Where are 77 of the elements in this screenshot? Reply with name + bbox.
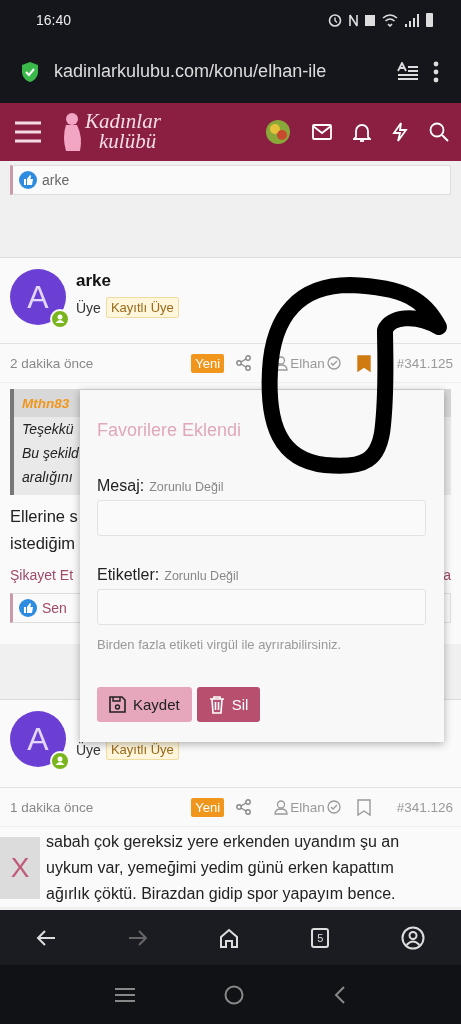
trash-icon xyxy=(208,695,225,714)
author-name[interactable]: arke xyxy=(76,271,179,291)
online-status-icon xyxy=(50,751,70,771)
user-icon xyxy=(274,799,289,815)
post-text: sabah çok gereksiz yere erkenden uyandım şu an xyxy=(46,832,400,852)
input-field[interactable] xyxy=(97,500,426,536)
field-label: Etiketler: xyxy=(97,566,160,584)
bookmark-icon[interactable] xyxy=(356,354,371,372)
user-role: Üye xyxy=(76,741,101,758)
reader-mode-icon[interactable] xyxy=(397,61,419,82)
new-badge: Yeni xyxy=(191,797,225,817)
account-icon[interactable] xyxy=(401,925,426,950)
shield-check-icon xyxy=(20,60,40,83)
menu-icon[interactable] xyxy=(15,121,41,143)
lady-figure-icon xyxy=(61,111,83,153)
battery-icon xyxy=(426,13,433,27)
mail-icon[interactable] xyxy=(312,124,332,140)
quote-text: aralığını xyxy=(21,468,73,487)
back-chevron-icon[interactable] xyxy=(334,984,347,1005)
wifi-icon xyxy=(382,13,398,27)
mentioned-user-link[interactable]: Elhan xyxy=(274,355,341,371)
post-number-link[interactable]: #341.126 xyxy=(396,799,453,815)
bell-icon[interactable] xyxy=(353,122,371,142)
verified-check-icon xyxy=(326,800,341,814)
post-text: istediğim xyxy=(10,533,76,554)
clock-time: 16:40 xyxy=(36,12,72,28)
post-text: uykum var, yemeğimi yedim günü erken kapattım xyxy=(46,858,394,878)
lightning-icon[interactable] xyxy=(392,122,408,142)
field-hint: Zorunlu Değil xyxy=(164,569,239,583)
user-role: Üye xyxy=(76,299,101,316)
share-icon[interactable] xyxy=(236,355,253,371)
site-logo[interactable]: Kadınlar kulübü xyxy=(61,111,161,153)
save-button[interactable]: Kaydet xyxy=(97,687,192,722)
field-label: Mesaj: xyxy=(97,477,145,495)
input-field[interactable] xyxy=(97,589,426,625)
avatar-icon[interactable] xyxy=(265,119,291,145)
nfc-icon xyxy=(349,13,358,27)
logo-text: Kadınlar xyxy=(85,112,161,132)
reply-link[interactable]: a xyxy=(443,567,451,583)
recent-apps-icon[interactable] xyxy=(114,986,135,1003)
help-text: Birden fazla etiketi virgül ile ayrırabilirsiniz. xyxy=(97,637,343,652)
more-menu-icon[interactable] xyxy=(433,60,439,83)
search-icon[interactable] xyxy=(429,122,449,142)
verified-check-icon xyxy=(326,356,341,370)
reaction-user-link[interactable]: arke xyxy=(42,172,70,188)
thumbs-up-icon xyxy=(19,599,37,617)
mentioned-user-link[interactable]: Elhan xyxy=(274,799,341,815)
home-icon[interactable] xyxy=(219,927,240,948)
reaction-user-link[interactable]: Sen xyxy=(42,600,67,616)
bookmark-icon[interactable] xyxy=(356,798,371,816)
alarm-icon xyxy=(328,13,342,27)
home-circle-icon[interactable] xyxy=(224,984,245,1005)
post-time[interactable]: 1 dakika önce xyxy=(10,799,94,815)
post-text: Ellerine s xyxy=(10,506,78,527)
thumbs-up-icon xyxy=(19,171,37,189)
signal-icon xyxy=(405,13,419,27)
user-avatar[interactable]: A xyxy=(10,711,66,767)
popup-title: Favorilere Eklendi xyxy=(97,420,243,441)
tab-count-button[interactable]: 5 xyxy=(311,927,330,948)
post-text: ağırlık çöktü. Birazdan gidip spor yapayım bence. xyxy=(46,884,396,904)
user-title-badge: Kayıtlı Üye xyxy=(105,297,179,318)
quote-text: Teşekkü xyxy=(21,420,74,439)
share-icon[interactable] xyxy=(236,799,253,815)
back-arrow-icon[interactable] xyxy=(35,928,56,947)
report-link[interactable]: Şikayet Et xyxy=(10,567,74,583)
delete-button[interactable]: Sil xyxy=(196,687,261,722)
address-bar[interactable]: kadinlarkulubu.com/konu/elhan-ile xyxy=(0,40,461,103)
quote-text: Bu şekild xyxy=(21,444,79,463)
field-hint: Zorunlu Değil xyxy=(149,480,224,494)
close-ad-button[interactable]: X xyxy=(0,837,40,899)
online-status-icon xyxy=(50,309,70,329)
post-number-link[interactable]: #341.125 xyxy=(396,355,453,371)
user-avatar[interactable]: A xyxy=(10,269,66,325)
logo-text: kulübü xyxy=(99,132,158,152)
post-time[interactable]: 2 dakika önce xyxy=(10,355,94,371)
new-badge: Yeni xyxy=(191,353,225,373)
url-text: kadinlarkulubu.com/konu/elhan-ile xyxy=(54,61,328,82)
